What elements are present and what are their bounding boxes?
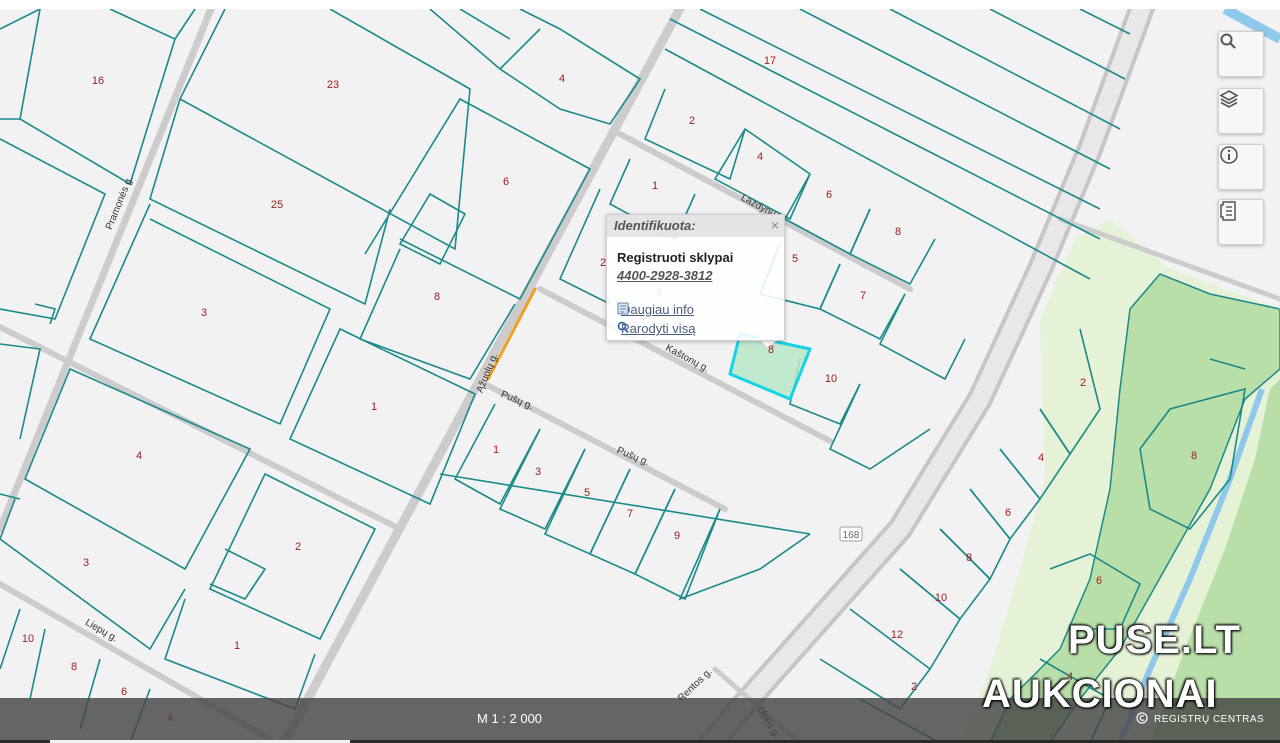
popup-title: Identifikuota:: [607, 215, 784, 237]
show-all-link[interactable]: Parodyti visą: [617, 321, 695, 336]
parcel-number-label: 7: [860, 290, 866, 302]
parcel-number-label: 25: [271, 199, 283, 211]
parcel-number-label: 2: [689, 115, 695, 127]
more-info-link[interactable]: Daugiau info: [617, 302, 694, 317]
parcel-number-label: 12: [891, 629, 903, 641]
search-button[interactable]: [1218, 31, 1264, 77]
parcel-number-label: 8: [895, 226, 901, 238]
parcel-number-label: 6: [1096, 575, 1102, 587]
legend-button[interactable]: [1218, 199, 1264, 245]
parcel-number-label: 1: [652, 180, 658, 192]
parcel-number-label: 4: [136, 450, 142, 462]
parcel-number-label: 8: [768, 344, 774, 356]
parcel-number-label: 2: [295, 541, 301, 553]
parcel-number-label: 3: [83, 557, 89, 569]
layers-button[interactable]: [1218, 88, 1264, 134]
parcel-number-label: 1: [234, 640, 240, 652]
info-button[interactable]: [1218, 144, 1264, 190]
watermark-line1: PUSE.LT: [1068, 618, 1241, 662]
parcel-number-label: 8: [966, 552, 972, 564]
parcel-number-label: 8: [1191, 450, 1197, 462]
parcel-number-label: 8: [434, 291, 440, 303]
parcel-number-label: 6: [826, 189, 832, 201]
identify-popup: Identifikuota: × Registruoti sklypai 440…: [606, 214, 785, 341]
parcel-number-label: 17: [764, 55, 776, 67]
road-number-badge: 168: [839, 526, 863, 542]
close-icon[interactable]: ×: [771, 217, 779, 233]
parcel-number-label: 6: [121, 686, 127, 698]
show-all-label: Parodyti visą: [621, 321, 696, 336]
parcel-number-label: 4: [757, 151, 763, 163]
parcel-number-label: 2: [911, 681, 917, 693]
parcel-number-label: 10: [825, 373, 837, 385]
street-name-label: Pušų g.: [615, 445, 651, 468]
parcel-number-label: 3: [535, 466, 541, 478]
parcel-number-label: 23: [327, 79, 339, 91]
parcel-id-link[interactable]: 4400-2928-3812: [617, 268, 712, 283]
parcel-number-label: 16: [92, 75, 104, 87]
watermark-line2: AUKCIONAI: [982, 672, 1218, 716]
scale-readout: M 1 : 2 000: [477, 711, 543, 726]
parcel-number-label: 1: [371, 401, 377, 413]
parcel-number-label: 6: [1005, 507, 1011, 519]
parcel-number-label: 8: [71, 661, 77, 673]
parcel-number-label: 7: [627, 508, 633, 520]
parcel-number-label: 1: [493, 444, 499, 456]
parcel-number-label: 5: [584, 487, 590, 499]
more-info-label: Daugiau info: [621, 302, 694, 317]
popup-layer-name: Registruoti sklypai: [617, 250, 734, 265]
parcel-number-label: 6: [503, 176, 509, 188]
parcel-number-label: 3: [201, 307, 207, 319]
street-name-label: Pušų g.: [499, 389, 535, 412]
svg-text:168: 168: [843, 530, 860, 541]
parcel-number-label: 2: [1080, 377, 1086, 389]
parcel-number-label: 4: [559, 73, 565, 85]
map-viewer: Pramonės g. Ąžuolų g. Lazdynų g. Kaštonų g.…: [0, 0, 1280, 743]
parcel-number-label: 10: [935, 592, 947, 604]
parcel-number-label: 4: [1038, 452, 1044, 464]
parcel-number-label: 9: [674, 530, 680, 542]
parcel-number-label: 10: [22, 633, 34, 645]
parcel-number-label: 5: [792, 253, 798, 265]
